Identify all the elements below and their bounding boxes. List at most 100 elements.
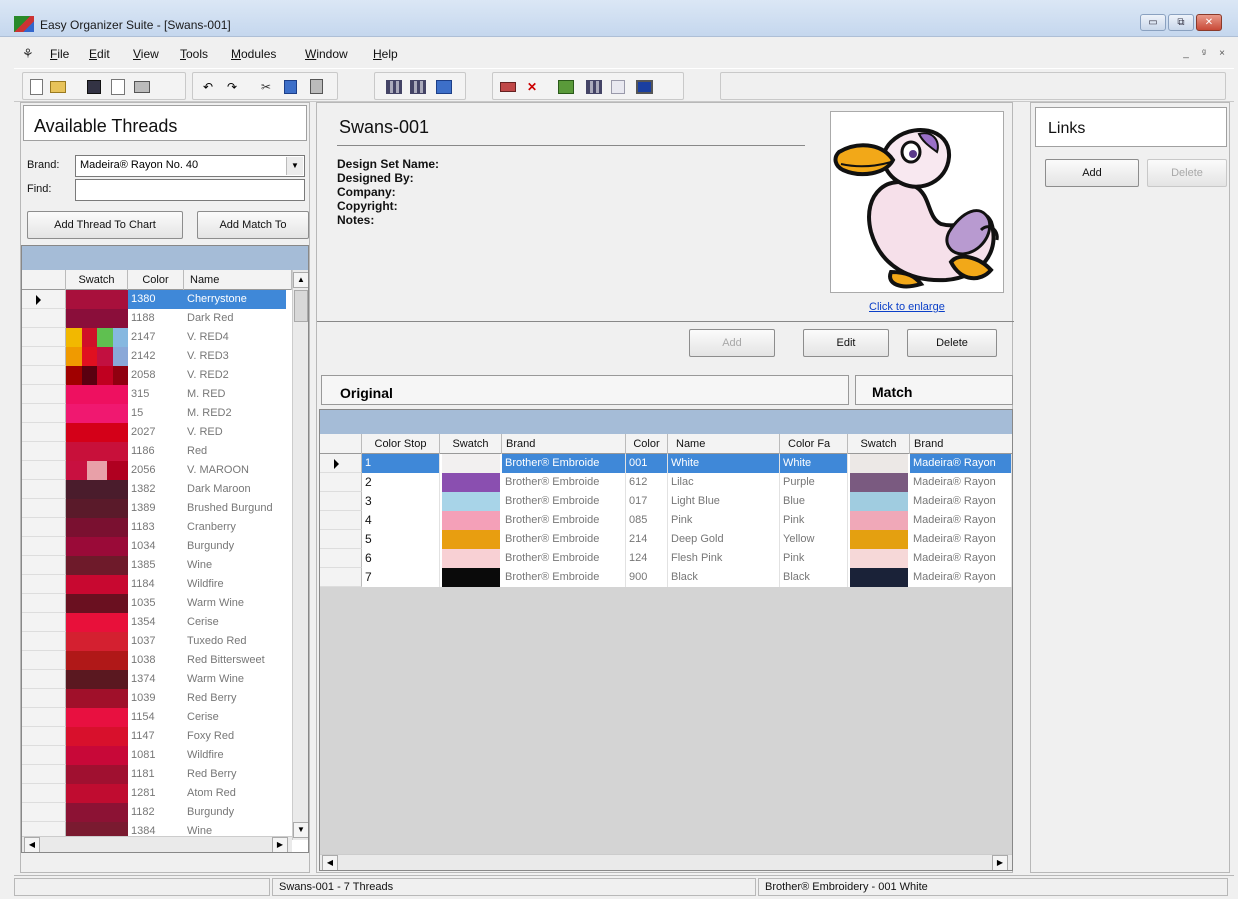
minimize-window-button[interactable]: ▭ xyxy=(1140,14,1166,31)
match-icon[interactable] xyxy=(499,77,517,95)
design-preview-image[interactable] xyxy=(830,111,1004,293)
design-edit-button[interactable]: Edit xyxy=(803,329,889,357)
thread-row[interactable]: 1389 Brushed Burgund xyxy=(22,499,292,518)
threads-vertical-scrollbar[interactable]: ▲ ▼ xyxy=(292,270,308,840)
thread-row[interactable]: 1039 Red Berry xyxy=(22,689,292,708)
menu-file[interactable]: File xyxy=(50,47,69,61)
chart-horizontal-scrollbar[interactable]: ◀ ▶ xyxy=(320,854,1012,870)
thread-row[interactable]: 1181 Red Berry xyxy=(22,765,292,784)
save-icon[interactable] xyxy=(85,77,103,95)
thread-row[interactable]: 1035 Warm Wine xyxy=(22,594,292,613)
delete-icon[interactable]: ✕ xyxy=(523,77,541,95)
col-color-stop[interactable]: Color Stop xyxy=(362,434,440,454)
chart-row[interactable]: 6 Brother® Embroide 124 Flesh Pink Pink Madei… xyxy=(320,549,1012,568)
maximize-window-button[interactable]: ⧉ xyxy=(1168,14,1194,31)
scale-icon[interactable] xyxy=(609,77,627,95)
thread-row[interactable]: 1183 Cranberry xyxy=(22,518,292,537)
thread-row[interactable]: 2058 V. RED2 xyxy=(22,366,292,385)
chart-icon[interactable] xyxy=(585,77,603,95)
menu-logo-icon[interactable]: ⚘ xyxy=(22,46,34,62)
paste-icon[interactable] xyxy=(307,77,325,95)
chart-scroll-right-icon[interactable]: ▶ xyxy=(992,855,1008,870)
col-color[interactable]: Color xyxy=(128,270,184,290)
col-color-family[interactable]: Color Fa xyxy=(780,434,848,454)
scroll-left-icon[interactable]: ◀ xyxy=(24,837,40,852)
chart-row[interactable]: 4 Brother® Embroide 085 Pink Pink Madeira® Ra… xyxy=(320,511,1012,530)
col-swatch[interactable]: Swatch xyxy=(66,270,128,290)
brand-select[interactable]: Madeira® Rayon No. 40 ▼ xyxy=(75,155,305,177)
thread-row[interactable]: 2027 V. RED xyxy=(22,423,292,442)
thread-row[interactable]: 1374 Warm Wine xyxy=(22,670,292,689)
chart-row[interactable]: 2 Brother® Embroide 612 Lilac Purple Madeira®… xyxy=(320,473,1012,492)
thread-row[interactable]: 1380 Cherrystone xyxy=(22,290,292,309)
chart-row[interactable]: 7 Brother® Embroide 900 Black Black Madeira® … xyxy=(320,568,1012,587)
close-window-button[interactable]: ✕ xyxy=(1196,14,1222,31)
thread-row[interactable]: 1182 Burgundy xyxy=(22,803,292,822)
list-view-icon[interactable] xyxy=(435,77,453,95)
undo-icon[interactable]: ↶ xyxy=(199,77,217,95)
thread-row[interactable]: 1385 Wine xyxy=(22,556,292,575)
thread-row[interactable]: 1081 Wildfire xyxy=(22,746,292,765)
col-chart-name[interactable]: Name xyxy=(668,434,780,454)
thread-row[interactable]: 315 M. RED xyxy=(22,385,292,404)
click-to-enlarge-link[interactable]: Click to enlarge xyxy=(869,301,945,313)
open-folder-icon[interactable] xyxy=(49,77,67,95)
find-input[interactable] xyxy=(75,179,305,201)
threads-horizontal-scrollbar[interactable]: ◀ ▶ xyxy=(22,836,292,852)
thread-row[interactable]: 1281 Atom Red xyxy=(22,784,292,803)
thread-row[interactable]: 1037 Tuxedo Red xyxy=(22,632,292,651)
thread-row[interactable]: 1038 Red Bittersweet xyxy=(22,651,292,670)
grid-view-icon[interactable] xyxy=(385,77,403,95)
links-delete-button[interactable]: Delete xyxy=(1147,159,1227,187)
table-view-icon[interactable] xyxy=(409,77,427,95)
mdi-restore-button[interactable]: ᵍ xyxy=(1198,48,1210,60)
links-add-button[interactable]: Add xyxy=(1045,159,1139,187)
menu-modules[interactable]: Modules xyxy=(231,47,276,61)
redo-icon[interactable]: ↷ xyxy=(223,77,241,95)
chart-row[interactable]: 3 Brother® Embroide 017 Light Blue Blue Madei… xyxy=(320,492,1012,511)
scroll-down-icon[interactable]: ▼ xyxy=(293,822,308,838)
print-preview-icon[interactable] xyxy=(109,77,127,95)
thread-row[interactable]: 1154 Cerise xyxy=(22,708,292,727)
add-thread-to-chart-button[interactable]: Add Thread To Chart xyxy=(27,211,183,239)
chart-scroll-left-icon[interactable]: ◀ xyxy=(322,855,338,870)
scroll-right-icon[interactable]: ▶ xyxy=(272,837,288,852)
scroll-thumb[interactable] xyxy=(294,290,308,322)
thread-row[interactable]: 1186 Red xyxy=(22,442,292,461)
chart-row[interactable]: 1 Brother® Embroide 001 White White Madeira® … xyxy=(320,454,1012,473)
menu-edit[interactable]: Edit xyxy=(89,47,110,61)
export-icon[interactable] xyxy=(557,77,575,95)
thread-row[interactable]: 2142 V. RED3 xyxy=(22,347,292,366)
thread-row[interactable]: 1188 Dark Red xyxy=(22,309,292,328)
col-chart-color[interactable]: Color xyxy=(626,434,668,454)
chevron-down-icon[interactable]: ▼ xyxy=(286,157,303,175)
thread-row[interactable]: 1354 Cerise xyxy=(22,613,292,632)
mdi-close-button[interactable]: × xyxy=(1216,48,1228,60)
add-match-to-button[interactable]: Add Match To xyxy=(197,211,309,239)
monitor-icon[interactable] xyxy=(635,77,653,95)
cut-icon[interactable]: ✂ xyxy=(257,77,275,95)
thread-row[interactable]: 1034 Burgundy xyxy=(22,537,292,556)
menu-view[interactable]: View xyxy=(133,47,159,61)
mdi-minimize-button[interactable]: _ xyxy=(1180,48,1192,60)
scroll-up-icon[interactable]: ▲ xyxy=(293,272,308,288)
design-delete-button[interactable]: Delete xyxy=(907,329,997,357)
thread-row[interactable]: 2147 V. RED4 xyxy=(22,328,292,347)
col-chart-brand[interactable]: Brand xyxy=(502,434,626,454)
thread-row[interactable]: 1147 Foxy Red xyxy=(22,727,292,746)
col-match-swatch[interactable]: Swatch xyxy=(848,434,910,454)
menu-window[interactable]: Window xyxy=(305,47,348,61)
col-name[interactable]: Name xyxy=(184,270,292,290)
col-chart-swatch[interactable]: Swatch xyxy=(440,434,502,454)
col-match-brand[interactable]: Brand xyxy=(910,434,1012,454)
menu-help[interactable]: Help xyxy=(373,47,398,61)
copy-icon[interactable] xyxy=(281,77,299,95)
thread-row[interactable]: 1184 Wildfire xyxy=(22,575,292,594)
design-add-button[interactable]: Add xyxy=(689,329,775,357)
thread-row[interactable]: 2056 V. MAROON xyxy=(22,461,292,480)
thread-row[interactable]: 1382 Dark Maroon xyxy=(22,480,292,499)
print-icon[interactable] xyxy=(133,77,151,95)
chart-row[interactable]: 5 Brother® Embroide 214 Deep Gold Yellow Made… xyxy=(320,530,1012,549)
thread-row[interactable]: 15 M. RED2 xyxy=(22,404,292,423)
new-document-icon[interactable] xyxy=(27,77,45,95)
